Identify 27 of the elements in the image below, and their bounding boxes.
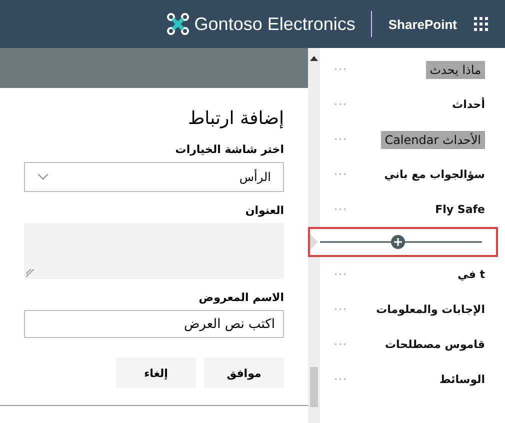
nav-link[interactable]: الوسائط: [439, 373, 485, 386]
drone-icon: [166, 12, 190, 36]
address-field[interactable]: [24, 223, 284, 279]
nav-link[interactable]: الإجابات والمعلومات: [376, 303, 485, 316]
scroll-up-icon[interactable]: [310, 56, 318, 61]
field-label: العنوان: [244, 204, 284, 217]
resize-grip-icon: [26, 269, 34, 277]
app-launcher-icon[interactable]: [473, 16, 489, 32]
scrollbar[interactable]: [308, 48, 320, 423]
nav-link[interactable]: Fly Safe: [435, 203, 485, 216]
nav-link[interactable]: قاموس مصطلحات: [384, 338, 485, 351]
nav-link[interactable]: في t: [458, 268, 485, 281]
field-label: الاسم المعروض: [198, 291, 284, 304]
display-name-field[interactable]: اكتب نص العرض: [24, 310, 284, 338]
chevron-down-icon: [37, 173, 49, 181]
scroll-thumb[interactable]: [310, 367, 318, 407]
nav-link[interactable]: سؤالجواب مع باني: [384, 168, 485, 181]
choice-dropdown[interactable]: الرأس: [24, 162, 284, 192]
product-name[interactable]: SharePoint: [388, 16, 457, 32]
site-name[interactable]: Gontoso Electronics: [194, 14, 356, 34]
panel-title: إضافة ارتباط: [186, 108, 284, 129]
nav-link[interactable]: ماذا يحدث: [426, 60, 485, 78]
field-label: اختر شاشة الخيارات: [174, 143, 284, 156]
nav-link[interactable]: أحداث: [452, 98, 485, 111]
nav-link[interactable]: Calendar الأحداث: [380, 130, 485, 148]
dialog-button[interactable]: موافق: [204, 358, 284, 388]
dialog-button[interactable]: إلغاء: [116, 358, 196, 388]
